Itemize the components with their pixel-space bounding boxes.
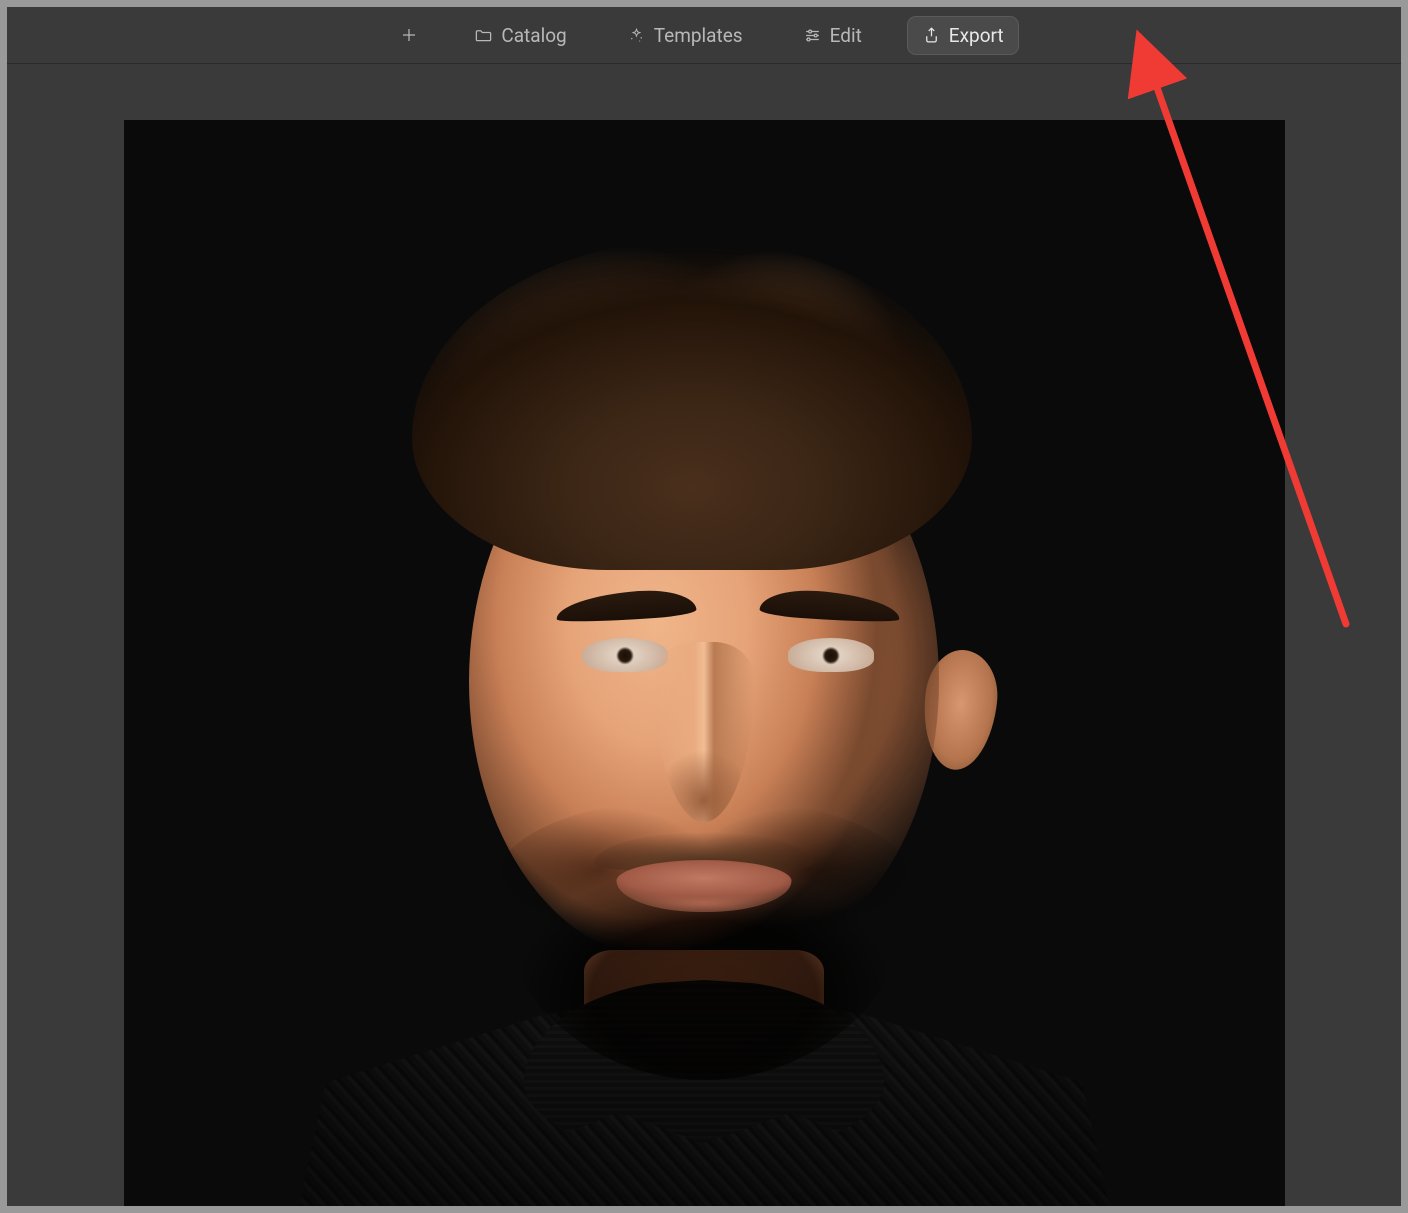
catalog-button[interactable]: Catalog bbox=[460, 17, 580, 54]
app-frame: Catalog Templates bbox=[7, 7, 1401, 1206]
sparkles-icon bbox=[627, 26, 646, 45]
catalog-label: Catalog bbox=[501, 24, 566, 47]
export-icon bbox=[922, 26, 941, 45]
edit-label: Edit bbox=[830, 24, 862, 47]
top-toolbar: Catalog Templates bbox=[7, 7, 1401, 64]
add-button[interactable] bbox=[390, 19, 428, 51]
canvas-area bbox=[7, 64, 1401, 1206]
sliders-icon bbox=[803, 26, 822, 45]
portrait-hair bbox=[412, 240, 972, 570]
templates-button[interactable]: Templates bbox=[613, 17, 757, 54]
folder-icon bbox=[474, 26, 493, 45]
portrait-eye-right bbox=[788, 638, 874, 672]
portrait-eye-left bbox=[582, 638, 668, 672]
edit-button[interactable]: Edit bbox=[789, 17, 876, 54]
export-label: Export bbox=[949, 24, 1004, 47]
export-button[interactable]: Export bbox=[908, 17, 1018, 54]
photo-preview[interactable] bbox=[124, 120, 1285, 1206]
plus-icon bbox=[400, 26, 418, 44]
templates-label: Templates bbox=[654, 24, 743, 47]
